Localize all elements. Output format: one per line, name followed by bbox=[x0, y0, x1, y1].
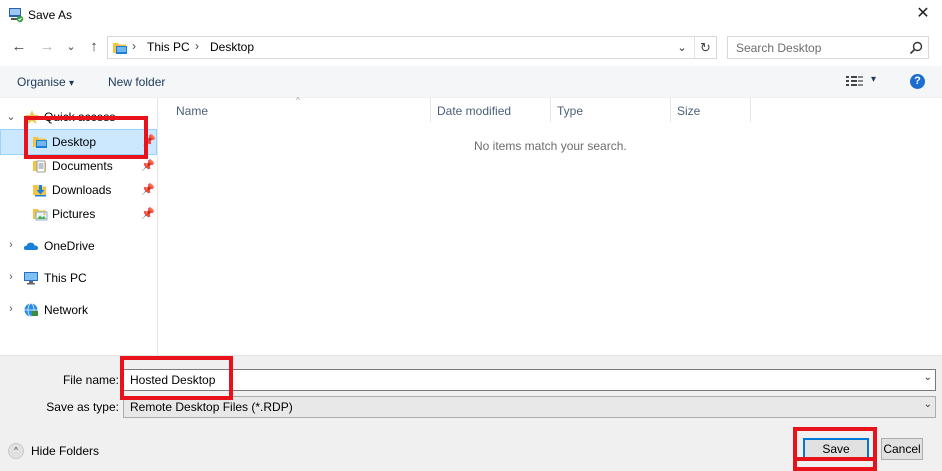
sidebar-item-label: Quick access bbox=[44, 110, 116, 124]
navigation-pane: ⌄ Quick access Desktop 📌 Documents 📌 Dow… bbox=[0, 98, 158, 355]
column-header-type[interactable]: Type bbox=[551, 98, 671, 122]
sort-ascending-icon: ^ bbox=[296, 96, 300, 105]
sidebar-item-documents[interactable]: Documents 📌 bbox=[0, 154, 157, 178]
chevron-down-icon: ▾ bbox=[69, 78, 75, 89]
save-as-type-label: Save as type: bbox=[46, 400, 119, 414]
star-icon bbox=[25, 110, 39, 124]
pin-icon: 📌 bbox=[142, 135, 156, 147]
breadcrumb-this-pc[interactable]: This PC bbox=[147, 40, 190, 54]
column-header-date-modified[interactable]: Date modified bbox=[431, 98, 551, 122]
documents-folder-icon bbox=[33, 160, 46, 173]
sidebar-item-desktop[interactable]: Desktop 📌 bbox=[0, 129, 157, 155]
organise-button[interactable]: Organise ▾ bbox=[17, 75, 74, 89]
breadcrumb-separator: › bbox=[132, 39, 136, 53]
forward-arrow-icon[interactable]: → bbox=[38, 37, 56, 57]
help-icon[interactable]: ? bbox=[910, 74, 925, 89]
sidebar-item-label: Downloads bbox=[52, 183, 112, 197]
cancel-button[interactable]: Cancel bbox=[881, 438, 923, 460]
expand-chevron-icon[interactable]: ⌄ bbox=[6, 110, 16, 123]
search-icon[interactable] bbox=[908, 40, 924, 56]
expand-chevron-icon[interactable]: › bbox=[6, 239, 16, 251]
address-bar[interactable]: › This PC › Desktop ⌄ ↻ bbox=[107, 36, 717, 59]
sidebar-item-pictures[interactable]: Pictures 📌 bbox=[0, 202, 157, 226]
expand-chevron-icon[interactable]: › bbox=[6, 303, 16, 315]
window-title: Save As bbox=[28, 8, 73, 22]
command-bar: Organise ▾ New folder ▾ ? bbox=[0, 66, 942, 98]
save-options-pane: File name: Hosted Desktop ⌄ Save as type… bbox=[0, 355, 942, 471]
up-arrow-icon[interactable]: ↑ bbox=[85, 37, 103, 57]
chevron-down-icon[interactable]: ⌄ bbox=[924, 399, 932, 410]
sidebar-item-label: Pictures bbox=[52, 207, 96, 221]
breadcrumb-desktop[interactable]: Desktop bbox=[210, 40, 254, 54]
view-details-icon[interactable] bbox=[846, 75, 864, 89]
column-header-label: Date modified bbox=[437, 104, 512, 118]
sidebar-item-onedrive[interactable]: › OneDrive bbox=[0, 234, 157, 258]
downloads-folder-icon bbox=[33, 185, 46, 197]
desktop-folder-icon bbox=[113, 43, 127, 54]
close-icon[interactable]: ✕ bbox=[910, 2, 936, 26]
sidebar-item-label: Network bbox=[44, 303, 89, 317]
sidebar-item-label: Desktop bbox=[52, 135, 97, 149]
back-arrow-icon[interactable]: ← bbox=[10, 37, 28, 57]
save-as-type-value: Remote Desktop Files (*.RDP) bbox=[130, 400, 293, 414]
sidebar-item-label: OneDrive bbox=[44, 239, 95, 253]
sidebar-item-label: Documents bbox=[52, 159, 113, 173]
address-dropdown-icon[interactable]: ⌄ bbox=[674, 38, 690, 58]
refresh-icon[interactable]: ↻ bbox=[694, 37, 716, 58]
expand-chevron-icon[interactable]: › bbox=[6, 271, 16, 283]
pictures-folder-icon bbox=[33, 209, 48, 221]
breadcrumb-separator: › bbox=[195, 39, 199, 53]
column-header-label: Name bbox=[176, 104, 209, 118]
pin-icon: 📌 bbox=[141, 208, 155, 220]
title-bar: Save As ✕ bbox=[0, 0, 942, 30]
desktop-folder-icon bbox=[33, 137, 47, 148]
search-box bbox=[727, 36, 929, 59]
sidebar-item-network[interactable]: › Network bbox=[0, 298, 157, 322]
sidebar-item-label: This PC bbox=[44, 271, 87, 285]
column-header-label: Size bbox=[677, 104, 701, 118]
save-as-app-icon bbox=[9, 8, 24, 23]
view-options-dropdown-icon[interactable]: ▾ bbox=[871, 74, 876, 85]
organise-label: Organise bbox=[17, 75, 66, 89]
column-header-size[interactable]: Size bbox=[671, 98, 751, 122]
search-input[interactable] bbox=[728, 37, 906, 58]
empty-list-message: No items match your search. bbox=[474, 139, 627, 153]
hide-folders-label: Hide Folders bbox=[31, 444, 100, 458]
save-button[interactable]: Save bbox=[803, 438, 869, 460]
pin-icon: 📌 bbox=[141, 160, 155, 172]
file-name-field[interactable]: Hosted Desktop ⌄ bbox=[123, 369, 936, 391]
onedrive-cloud-icon bbox=[23, 242, 38, 250]
file-name-value: Hosted Desktop bbox=[130, 373, 216, 387]
sidebar-item-downloads[interactable]: Downloads 📌 bbox=[0, 178, 157, 202]
collapse-up-icon: ^ bbox=[8, 443, 24, 459]
pin-icon: 📌 bbox=[141, 184, 155, 196]
network-icon bbox=[24, 303, 38, 317]
recent-locations-chevron-icon[interactable]: ⌄ bbox=[62, 37, 80, 57]
navigation-bar: ← → ⌄ ↑ › This PC › Desktop ⌄ ↻ bbox=[0, 33, 942, 63]
save-as-type-select[interactable]: Remote Desktop Files (*.RDP) ⌄ bbox=[123, 396, 936, 418]
computer-icon bbox=[24, 272, 38, 285]
sidebar-item-quick-access[interactable]: ⌄ Quick access bbox=[0, 105, 157, 129]
chevron-down-icon[interactable]: ⌄ bbox=[924, 372, 932, 383]
column-header-label: Type bbox=[557, 104, 584, 118]
sidebar-item-this-pc[interactable]: › This PC bbox=[0, 266, 157, 290]
file-list: Name ^ Date modified Type Size No items … bbox=[159, 96, 942, 355]
file-name-label: File name: bbox=[62, 373, 119, 387]
new-folder-button[interactable]: New folder bbox=[108, 75, 165, 89]
column-header-name[interactable]: Name ^ bbox=[159, 96, 431, 122]
